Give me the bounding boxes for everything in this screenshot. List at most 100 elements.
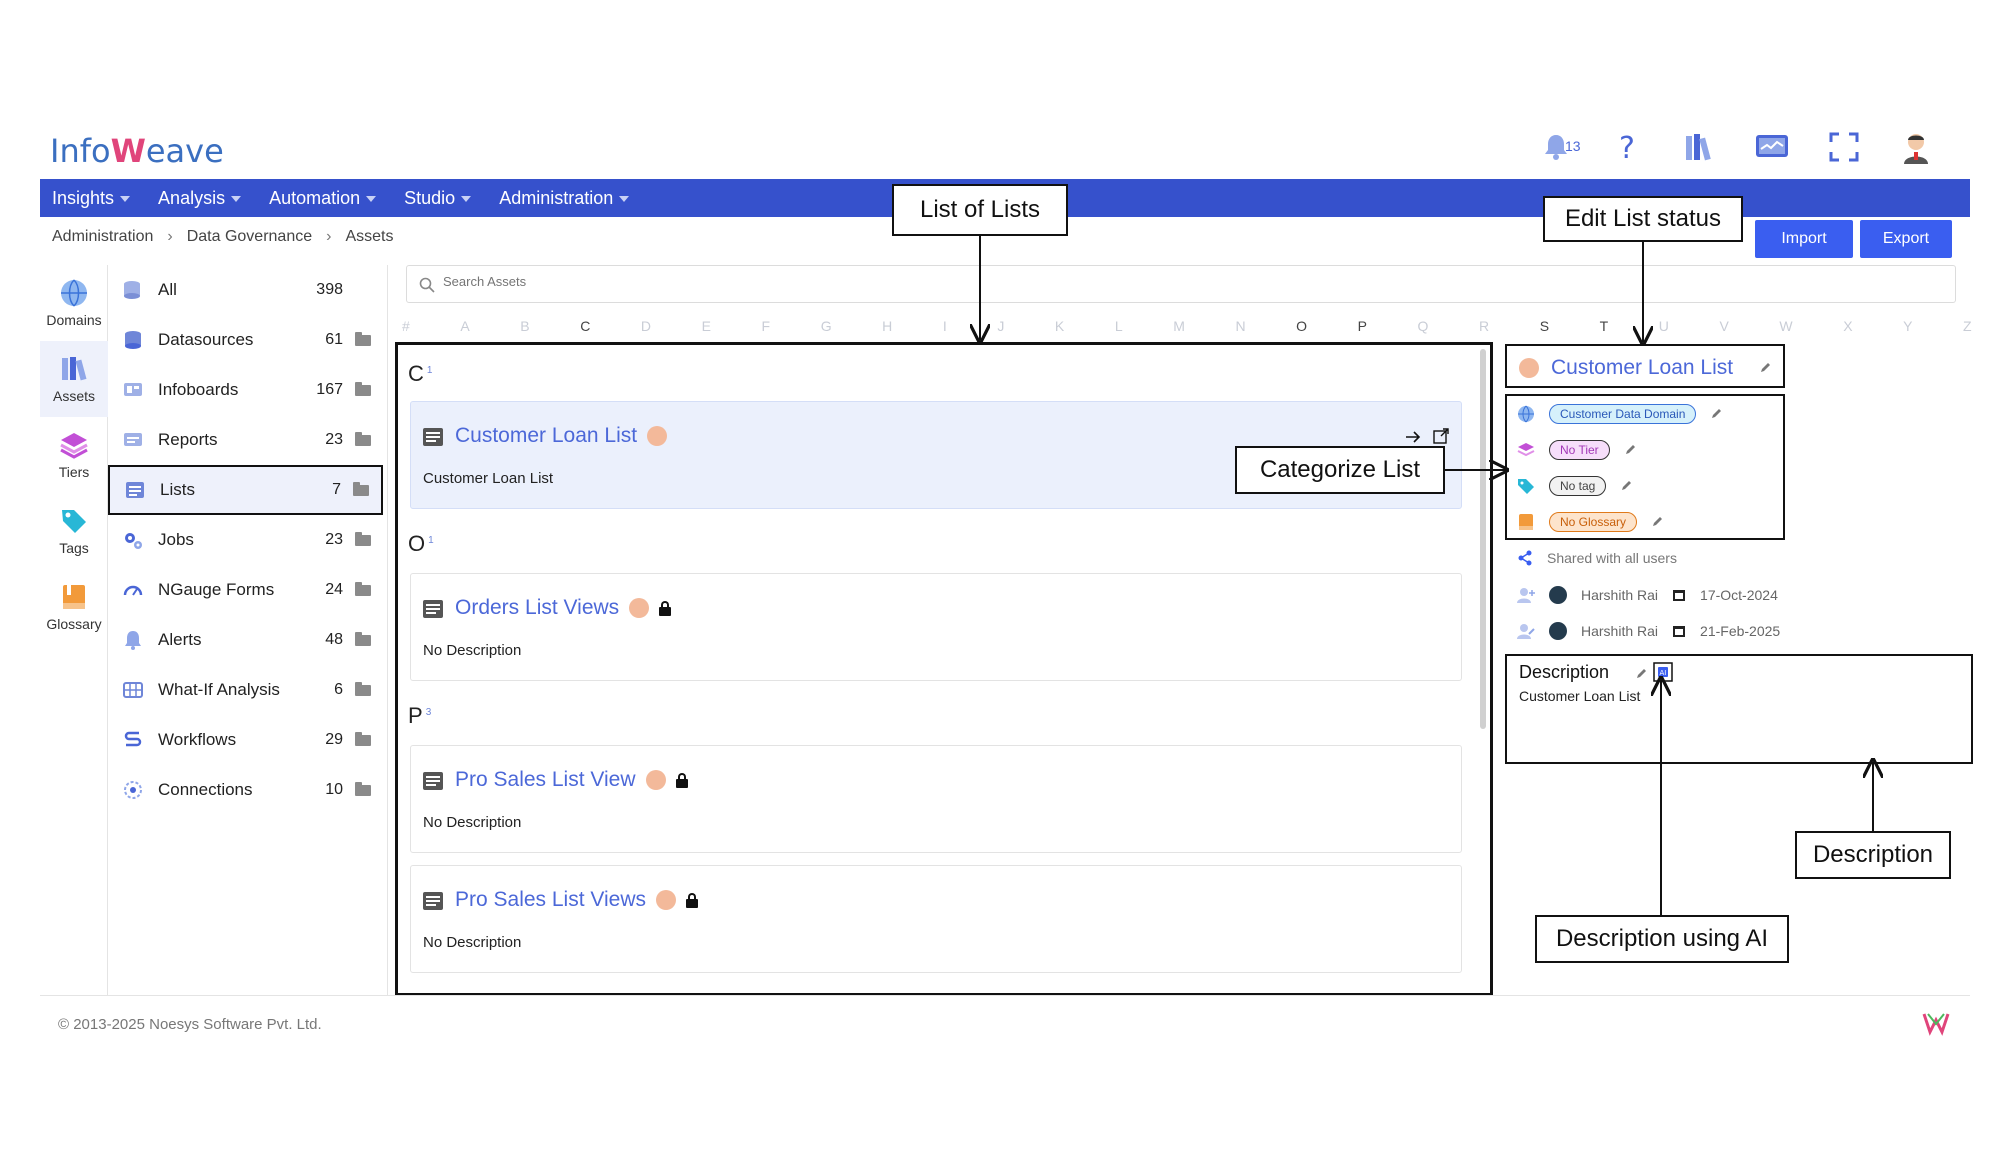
search-assets-field[interactable] bbox=[406, 265, 1956, 303]
alphabet-letter[interactable]: I bbox=[943, 318, 947, 334]
alphabet-letter[interactable]: G bbox=[821, 318, 832, 334]
list-card[interactable]: Pro Sales List Views No Description bbox=[410, 865, 1462, 973]
list-card[interactable]: Orders List Views No Description bbox=[410, 573, 1462, 681]
user-avatar[interactable] bbox=[1897, 128, 1935, 166]
shared-status: Shared with all users bbox=[1547, 550, 1677, 566]
category-infoboards[interactable]: Infoboards 167 bbox=[108, 365, 383, 415]
rail-tiers[interactable]: Tiers bbox=[40, 417, 108, 493]
alphabet-letter[interactable]: H bbox=[882, 318, 892, 334]
open-external-icon[interactable] bbox=[1433, 428, 1449, 444]
tag-pill[interactable]: No tag bbox=[1549, 476, 1607, 496]
nav-administration[interactable]: Administration bbox=[499, 188, 630, 209]
datasource-icon bbox=[122, 329, 144, 351]
alphabet-letter[interactable]: Y bbox=[1903, 318, 1912, 334]
rail-tags[interactable]: Tags bbox=[40, 493, 108, 569]
calendar-icon bbox=[1673, 626, 1686, 637]
folder-icon[interactable] bbox=[355, 331, 371, 346]
alphabet-letter[interactable]: K bbox=[1055, 318, 1064, 334]
alphabet-letter[interactable]: V bbox=[1719, 318, 1728, 334]
alphabet-letter[interactable]: S bbox=[1540, 318, 1549, 334]
folder-icon[interactable] bbox=[355, 631, 371, 646]
alphabet-letter[interactable]: D bbox=[641, 318, 651, 334]
edit-description-pencil-icon[interactable] bbox=[1635, 668, 1647, 680]
search-input[interactable] bbox=[443, 274, 1043, 289]
alphabet-letter[interactable]: E bbox=[702, 318, 711, 334]
category-workflows[interactable]: Workflows 29 bbox=[108, 715, 383, 765]
rail-assets[interactable]: Assets bbox=[40, 341, 108, 417]
nav-insights[interactable]: Insights bbox=[52, 188, 131, 209]
alphabet-letter[interactable]: Q bbox=[1418, 318, 1429, 334]
category-alerts[interactable]: Alerts 48 bbox=[108, 615, 383, 665]
edit-glossary-pencil-icon[interactable] bbox=[1651, 516, 1663, 528]
folder-icon[interactable] bbox=[355, 431, 371, 446]
category-jobs[interactable]: Jobs 23 bbox=[108, 515, 383, 565]
status-dot[interactable] bbox=[1519, 358, 1539, 378]
glossary-pill[interactable]: No Glossary bbox=[1549, 512, 1638, 532]
folder-icon[interactable] bbox=[355, 731, 371, 746]
breadcrumb-data-governance[interactable]: Data Governance bbox=[187, 228, 312, 246]
alphabet-letter[interactable]: F bbox=[762, 318, 771, 334]
alphabet-letter[interactable]: Z bbox=[1963, 318, 1972, 334]
list-icon bbox=[423, 600, 443, 618]
fullscreen-icon[interactable] bbox=[1825, 128, 1863, 166]
alphabet-letter[interactable]: T bbox=[1600, 318, 1609, 334]
arrow-right-icon[interactable] bbox=[1405, 430, 1421, 444]
workflow-icon bbox=[122, 729, 144, 751]
alphabet-letter[interactable]: P bbox=[1358, 318, 1367, 334]
list-scrollbar[interactable] bbox=[1480, 349, 1486, 729]
folder-icon[interactable] bbox=[355, 781, 371, 796]
alphabet-letter[interactable]: C bbox=[580, 318, 590, 334]
category-lists[interactable]: Lists 7 bbox=[108, 465, 383, 515]
alphabet-letter[interactable]: B bbox=[520, 318, 529, 334]
folder-icon[interactable] bbox=[353, 481, 369, 496]
monitor-icon[interactable] bbox=[1753, 128, 1791, 166]
alphabet-letter[interactable]: J bbox=[997, 318, 1004, 334]
alphabet-letter[interactable]: X bbox=[1843, 318, 1852, 334]
alphabet-letter[interactable]: L bbox=[1115, 318, 1123, 334]
edit-tag-pencil-icon[interactable] bbox=[1620, 480, 1632, 492]
group-letter-o: O1 bbox=[408, 531, 434, 556]
alphabet-letter[interactable]: M bbox=[1173, 318, 1185, 334]
alphabet-letter[interactable]: # bbox=[402, 318, 410, 334]
list-title[interactable]: Pro Sales List View bbox=[455, 768, 636, 792]
edit-domain-pencil-icon[interactable] bbox=[1710, 408, 1722, 420]
list-title[interactable]: Customer Loan List bbox=[455, 424, 637, 448]
nav-analysis[interactable]: Analysis bbox=[158, 188, 242, 209]
alphabet-letter[interactable]: W bbox=[1779, 318, 1792, 334]
infoweave-logo[interactable]: InfoWeave bbox=[50, 132, 224, 170]
list-card[interactable]: Pro Sales List View No Description bbox=[410, 745, 1462, 853]
category-connections[interactable]: Connections 10 bbox=[108, 765, 383, 815]
rail-glossary[interactable]: Glossary bbox=[40, 569, 108, 645]
edit-status-pencil-icon[interactable] bbox=[1759, 362, 1771, 374]
ai-description-icon[interactable]: AI bbox=[1653, 662, 1673, 682]
help-icon[interactable]: ? bbox=[1609, 128, 1647, 166]
alphabet-letter[interactable]: U bbox=[1659, 318, 1669, 334]
category-reports[interactable]: Reports 23 bbox=[108, 415, 383, 465]
alphabet-letter[interactable]: A bbox=[460, 318, 469, 334]
export-button[interactable]: Export bbox=[1860, 220, 1952, 258]
nav-studio[interactable]: Studio bbox=[404, 188, 472, 209]
folder-icon[interactable] bbox=[355, 681, 371, 696]
nav-automation[interactable]: Automation bbox=[269, 188, 377, 209]
folder-icon[interactable] bbox=[355, 531, 371, 546]
library-icon[interactable] bbox=[1681, 128, 1719, 166]
folder-icon[interactable] bbox=[355, 581, 371, 596]
category-all[interactable]: All 398 bbox=[108, 265, 383, 315]
bell-icon[interactable]: 13 bbox=[1537, 128, 1581, 166]
rail-domains[interactable]: Domains bbox=[40, 265, 108, 341]
folder-icon[interactable] bbox=[355, 381, 371, 396]
category-ngauge-forms[interactable]: NGauge Forms 24 bbox=[108, 565, 383, 615]
edit-tier-pencil-icon[interactable] bbox=[1624, 444, 1636, 456]
alphabet-letter[interactable]: N bbox=[1235, 318, 1245, 334]
alphabet-letter[interactable]: O bbox=[1296, 318, 1307, 334]
breadcrumb-administration[interactable]: Administration bbox=[52, 228, 153, 246]
tier-pill[interactable]: No Tier bbox=[1549, 440, 1610, 460]
alphabet-letter[interactable]: R bbox=[1479, 318, 1489, 334]
callout-list-of-lists: List of Lists bbox=[892, 184, 1068, 236]
category-datasources[interactable]: Datasources 61 bbox=[108, 315, 383, 365]
list-title[interactable]: Orders List Views bbox=[455, 596, 619, 620]
category-what-if-analysis[interactable]: What-If Analysis 6 bbox=[108, 665, 383, 715]
domain-pill[interactable]: Customer Data Domain bbox=[1549, 404, 1697, 424]
import-button[interactable]: Import bbox=[1755, 220, 1853, 258]
list-title[interactable]: Pro Sales List Views bbox=[455, 888, 646, 912]
